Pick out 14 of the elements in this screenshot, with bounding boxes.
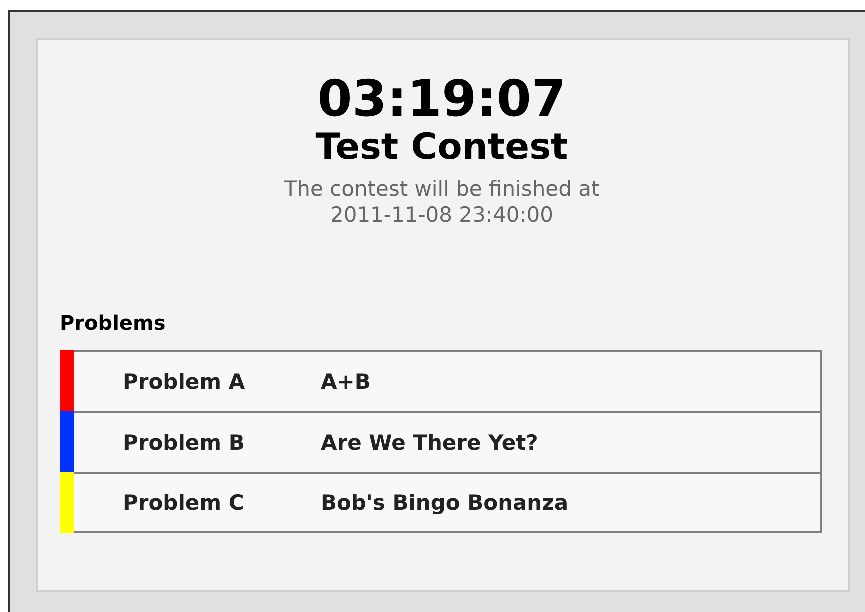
problem-row[interactable]: Problem B Are We There Yet?: [60, 411, 822, 472]
problem-label: Problem C: [123, 490, 246, 514]
end-note: The contest will be finished at: [284, 176, 600, 202]
countdown-timer: 03:19:07: [318, 70, 566, 128]
end-time: 2011-11-08 23:40:00: [330, 202, 554, 228]
problem-row[interactable]: Problem C Bob's Bingo Bonanza: [60, 472, 822, 533]
section-heading: Problems: [60, 310, 167, 337]
problem-label: Problem A: [123, 370, 246, 394]
contest-title: Test Contest: [316, 126, 568, 170]
problem-row[interactable]: Problem A A+B: [60, 350, 822, 411]
problem-name: Are We There Yet?: [321, 430, 538, 454]
problem-name: A+B: [321, 370, 371, 394]
problem-label: Problem B: [123, 430, 246, 454]
problem-name: Bob's Bingo Bonanza: [321, 490, 569, 514]
